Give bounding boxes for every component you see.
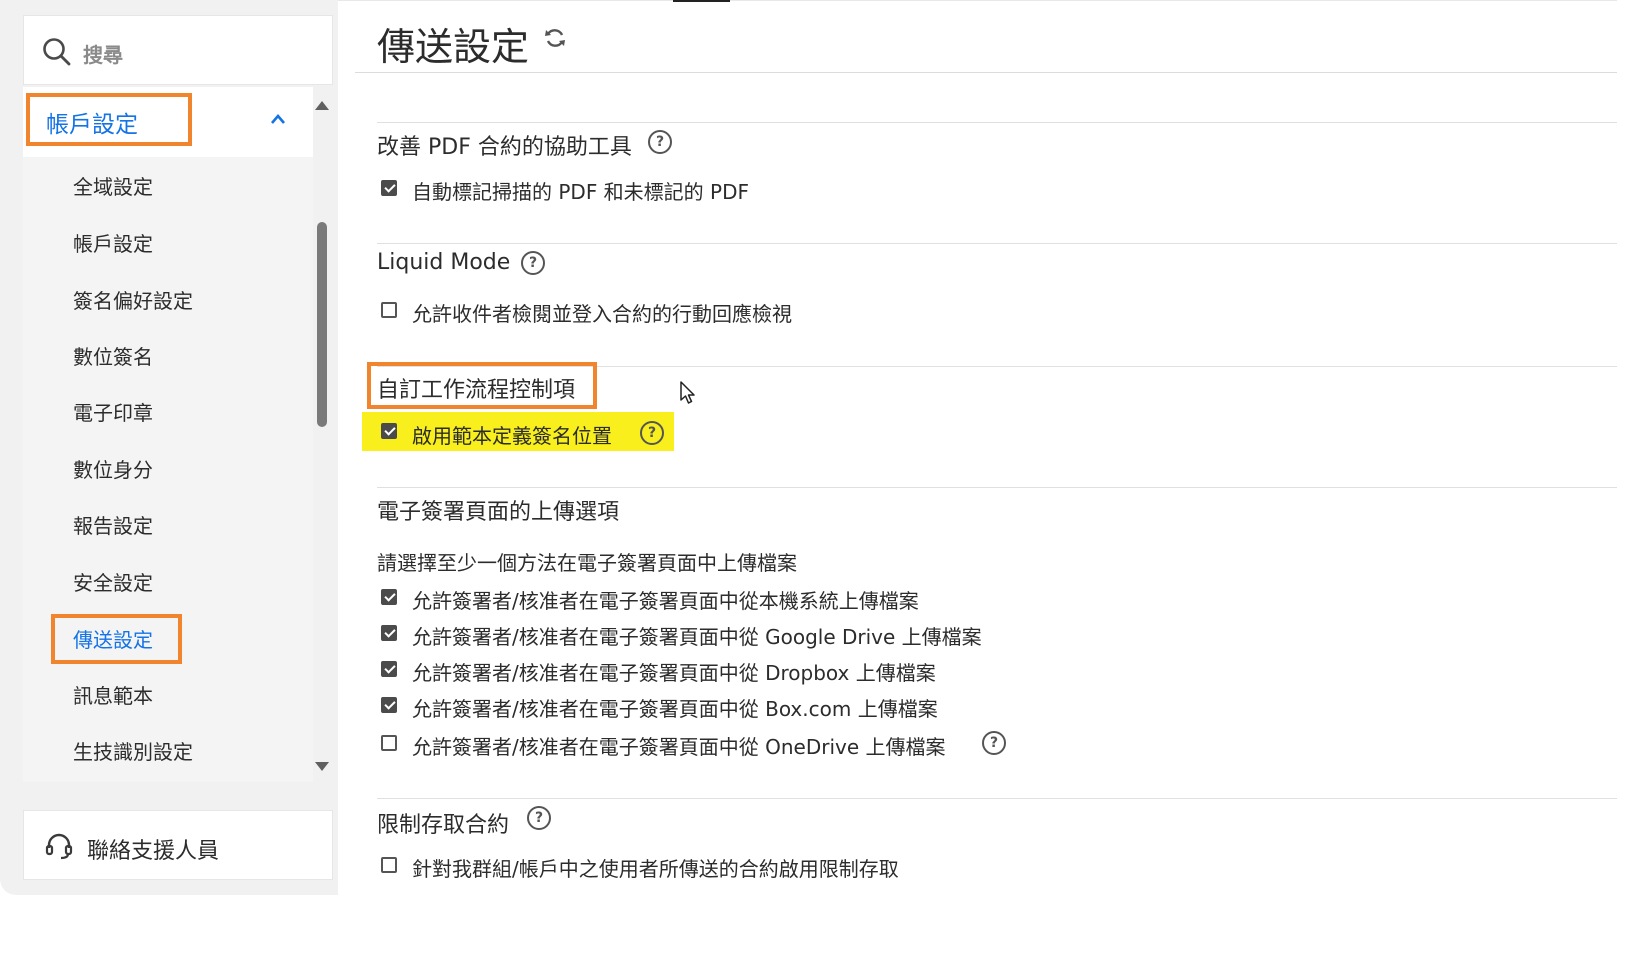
sidebar-item-digital-signatures[interactable]: 數位簽名 xyxy=(73,341,153,370)
help-circle-icon[interactable]: ? xyxy=(527,806,551,830)
section-title-accessibility: 改善 PDF 合約的協助工具 xyxy=(377,135,632,160)
refresh-icon[interactable] xyxy=(543,26,567,54)
sidebar-item-global-settings[interactable]: 全域設定 xyxy=(73,171,153,200)
help-circle-icon[interactable]: ? xyxy=(982,731,1006,755)
checkbox-upload-box[interactable] xyxy=(381,697,397,713)
section-divider xyxy=(377,798,1617,799)
checkbox-upload-google-drive[interactable] xyxy=(381,625,397,641)
option-label: 允許簽署者/核准者在電子簽署頁面中從 Box.com 上傳檔案 xyxy=(412,697,938,721)
headset-icon xyxy=(44,831,74,865)
highlight-box-custom-workflow xyxy=(367,362,597,409)
sidebar-item-message-templates[interactable]: 訊息範本 xyxy=(73,680,153,709)
checkbox-restrict-access[interactable] xyxy=(381,857,397,873)
sidebar-item-report-settings[interactable]: 報告設定 xyxy=(73,510,153,539)
highlight-box-send-settings xyxy=(51,614,182,664)
checkbox-upload-onedrive[interactable] xyxy=(381,735,397,751)
option-label: 自動標記掃描的 PDF 和未標記的 PDF xyxy=(412,180,750,204)
help-circle-icon[interactable]: ? xyxy=(521,251,545,275)
sidebar-item-account-settings[interactable]: 帳戶設定 xyxy=(73,228,153,257)
checkbox-auto-tag-pdf[interactable] xyxy=(381,180,397,196)
option-label: 針對我群組/帳戶中之使用者所傳送的合約啟用限制存取 xyxy=(412,857,899,881)
search-input[interactable]: 搜尋 xyxy=(23,15,333,85)
checkbox-upload-dropbox[interactable] xyxy=(381,661,397,677)
option-label: 啟用範本定義簽名位置 xyxy=(412,424,612,448)
search-icon xyxy=(42,37,72,71)
sidebar-item-signature-preferences[interactable]: 簽名偏好設定 xyxy=(73,285,193,314)
option-label: 允許收件者檢閱並登入合約的行動回應檢視 xyxy=(412,302,792,326)
top-indicator xyxy=(673,0,730,2)
highlight-box-account-settings xyxy=(26,93,192,146)
mouse-pointer-icon xyxy=(679,380,697,410)
section-divider xyxy=(377,487,1617,488)
section-divider xyxy=(377,122,1617,123)
checkbox-upload-local[interactable] xyxy=(381,589,397,605)
scrollbar-thumb[interactable] xyxy=(317,222,327,427)
scroll-up-arrow-icon[interactable] xyxy=(314,96,330,115)
section-subtitle: 請選擇至少一個方法在電子簽署頁面中上傳檔案 xyxy=(377,551,797,575)
search-placeholder: 搜尋 xyxy=(83,43,123,67)
option-label: 允許簽署者/核准者在電子簽署頁面中從 Dropbox 上傳檔案 xyxy=(412,661,936,685)
option-label: 允許簽署者/核准者在電子簽署頁面中從 OneDrive 上傳檔案 xyxy=(412,735,946,759)
section-divider xyxy=(377,243,1617,244)
sidebar-item-electronic-seals[interactable]: 電子印章 xyxy=(73,397,153,426)
sidebar-item-digital-identity[interactable]: 數位身分 xyxy=(73,454,153,483)
contact-support-button[interactable]: 聯絡支援人員 xyxy=(23,810,333,880)
option-label: 允許簽署者/核准者在電子簽署頁面中從本機系統上傳檔案 xyxy=(412,589,919,613)
nav-panel xyxy=(23,87,313,782)
checkbox-liquid-mode[interactable] xyxy=(381,302,397,318)
scroll-down-arrow-icon[interactable] xyxy=(314,758,330,777)
section-title-upload-options: 電子簽署頁面的上傳選項 xyxy=(377,500,620,525)
option-label: 允許簽署者/核准者在電子簽署頁面中從 Google Drive 上傳檔案 xyxy=(412,625,982,649)
sidebar-item-bio-pharma-settings[interactable]: 生技識別設定 xyxy=(73,736,193,765)
contact-support-label: 聯絡支援人員 xyxy=(87,839,220,864)
sidebar-item-security-settings[interactable]: 安全設定 xyxy=(73,567,153,596)
help-circle-icon[interactable]: ? xyxy=(648,130,672,154)
section-title-liquid-mode: Liquid Mode xyxy=(377,250,511,275)
help-circle-icon[interactable]: ? xyxy=(640,421,664,445)
checkbox-template-signature-position[interactable] xyxy=(381,423,397,439)
chevron-up-icon[interactable] xyxy=(270,110,286,129)
sidebar-scrollbar[interactable] xyxy=(314,87,330,782)
header-divider xyxy=(355,72,1617,73)
section-title-restrict-access: 限制存取合約 xyxy=(377,813,510,838)
